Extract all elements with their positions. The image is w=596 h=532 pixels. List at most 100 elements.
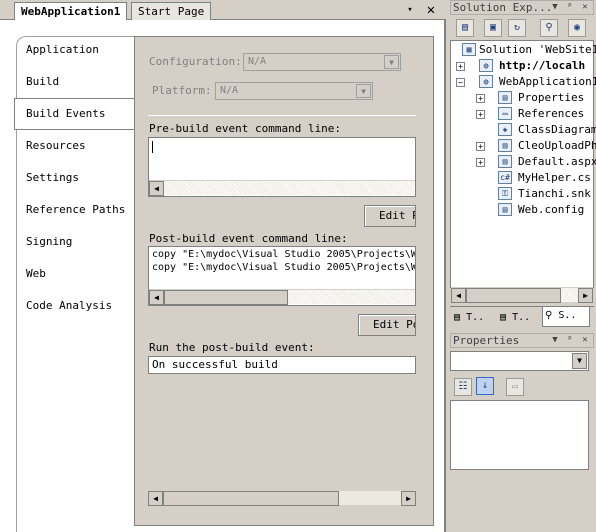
solution-icon: ▦ xyxy=(462,43,476,56)
chevron-down-icon[interactable]: ▼ xyxy=(549,334,561,347)
scroll-thumb[interactable] xyxy=(163,491,339,506)
aspx-page-icon: ▥ xyxy=(498,139,512,152)
tab-toolbox-2[interactable]: ▤ T.. xyxy=(498,309,540,327)
refresh-icon[interactable]: ↻ xyxy=(508,19,526,37)
show-all-files-icon[interactable]: ▣ xyxy=(484,19,502,37)
categorized-icon[interactable]: ☷ xyxy=(454,378,472,396)
edit-postbuild-button[interactable]: Edit Po xyxy=(358,314,416,336)
platform-label: Platform: xyxy=(152,84,212,97)
key-file-icon: ⚿ xyxy=(498,187,512,200)
tree-item[interactable]: CleoUploadPh xyxy=(518,138,596,154)
tree-item[interactable]: References xyxy=(518,106,584,122)
nav-item-build-events[interactable]: Build Events xyxy=(26,104,105,124)
expand-icon[interactable]: + xyxy=(456,62,465,71)
chevron-down-icon[interactable]: ▼ xyxy=(572,353,587,369)
nav-item-signing[interactable]: Signing xyxy=(26,232,72,252)
tree-solution[interactable]: Solution 'WebSite1 xyxy=(479,42,596,58)
collapse-icon[interactable]: − xyxy=(456,78,465,87)
scroll-right-icon[interactable]: ▶ xyxy=(578,288,593,303)
close-icon[interactable]: ✕ xyxy=(579,1,591,14)
asp-config-icon[interactable]: ◉ xyxy=(568,19,586,37)
tab-start-page[interactable]: Start Page xyxy=(131,2,212,20)
scroll-right-icon[interactable]: ▶ xyxy=(401,491,416,506)
platform-select[interactable]: N/A ▼ xyxy=(215,82,373,100)
expand-icon[interactable]: + xyxy=(476,142,485,151)
tree-item[interactable]: ClassDiagram xyxy=(518,122,596,138)
property-pages-icon[interactable]: ▭ xyxy=(506,378,524,396)
run-postbuild-select[interactable]: On successful build xyxy=(148,356,416,374)
solution-explorer-title: Solution Exp... xyxy=(453,1,553,14)
properties-folder-icon: ▤ xyxy=(498,91,512,104)
pin-icon[interactable]: ᵖ xyxy=(564,334,576,347)
scroll-left-icon[interactable]: ◀ xyxy=(148,491,163,506)
scroll-thumb[interactable] xyxy=(466,288,561,303)
expand-icon[interactable]: + xyxy=(476,158,485,167)
scroll-thumb[interactable] xyxy=(164,290,288,305)
configuration-select[interactable]: N/A ▼ xyxy=(243,53,401,71)
prebuild-command-textbox[interactable]: ◀ xyxy=(148,137,416,197)
solution-explorer-toolbar: ▤ ▣ ↻ ⚲ ◉ xyxy=(450,16,594,40)
solution-explorer-titlebar: Solution Exp... ▼ ᵖ ✕ xyxy=(450,0,594,15)
properties-grid[interactable] xyxy=(450,400,589,470)
solution-tree-hscroll[interactable]: ◀ ▶ xyxy=(451,287,593,303)
toolbox-icon: ▤ xyxy=(500,312,507,323)
chevron-down-icon[interactable]: ▼ xyxy=(549,1,561,14)
tree-item[interactable]: Web.config xyxy=(518,202,584,218)
project-icon: ◍ xyxy=(479,75,493,88)
expand-icon[interactable]: + xyxy=(476,94,485,103)
text-caret xyxy=(152,141,153,153)
tab-solution-explorer[interactable]: ⚲ S.. xyxy=(542,307,590,327)
postbuild-line: copy "E:\mydoc\Visual Studio 2005\Projec… xyxy=(152,262,416,273)
nav-item-web[interactable]: Web xyxy=(26,264,46,284)
pin-icon[interactable]: ᵖ xyxy=(564,1,576,14)
references-icon: ▭ xyxy=(498,107,512,120)
scroll-left-icon[interactable]: ◀ xyxy=(149,290,164,305)
aspx-page-icon: ▥ xyxy=(498,155,512,168)
tree-item[interactable]: MyHelper.cs xyxy=(518,170,591,186)
tree-project[interactable]: WebApplication1 xyxy=(499,74,596,90)
tab-label: T.. xyxy=(466,312,485,323)
prebuild-hscroll[interactable]: ◀ xyxy=(149,180,415,196)
tree-item[interactable]: Properties xyxy=(518,90,584,106)
configuration-value: N/A xyxy=(248,56,267,67)
page-hscroll[interactable]: ◀ ▶ xyxy=(148,490,416,506)
tab-label: T.. xyxy=(512,312,531,323)
platform-value: N/A xyxy=(220,85,239,96)
properties-object-select[interactable]: ▼ xyxy=(450,351,589,371)
nav-item-settings[interactable]: Settings xyxy=(26,168,79,188)
tab-webapplication1[interactable]: WebApplication1 xyxy=(14,2,128,21)
properties-icon[interactable]: ▤ xyxy=(456,19,474,37)
tab-toolbox[interactable]: ▤ T.. xyxy=(452,309,494,327)
postbuild-hscroll[interactable]: ◀ xyxy=(149,289,415,305)
tree-item[interactable]: Default.aspx xyxy=(518,154,596,170)
expand-icon[interactable]: + xyxy=(476,110,485,119)
class-diagram-icon: ◈ xyxy=(498,123,512,136)
chevron-down-icon[interactable]: ▼ xyxy=(384,55,399,69)
tree-website[interactable]: http://localh xyxy=(499,58,585,74)
nav-item-code-analysis[interactable]: Code Analysis xyxy=(26,296,112,316)
tree-item[interactable]: Tianchi.snk xyxy=(518,186,591,202)
alphabetical-icon[interactable]: ↓ xyxy=(476,377,494,395)
chevron-down-icon[interactable]: ▼ xyxy=(356,84,371,98)
website-icon: ◍ xyxy=(479,59,493,72)
close-icon[interactable]: ✕ xyxy=(579,334,591,347)
scroll-left-icon[interactable]: ◀ xyxy=(149,181,164,196)
scroll-left-icon[interactable]: ◀ xyxy=(451,288,466,303)
separator xyxy=(148,115,416,116)
copy-website-icon[interactable]: ⚲ xyxy=(540,19,558,37)
prebuild-label: Pre-build event command line: xyxy=(149,122,342,135)
nav-item-reference-paths[interactable]: Reference Paths xyxy=(26,200,125,220)
configuration-label: Configuration: xyxy=(149,55,242,68)
nav-item-resources[interactable]: Resources xyxy=(26,136,86,156)
tab-list-dropdown-icon[interactable]: ▾ xyxy=(403,2,417,18)
postbuild-line: copy "E:\mydoc\Visual Studio 2005\Projec… xyxy=(152,249,416,260)
nav-item-application[interactable]: Application xyxy=(26,40,99,60)
properties-title: Properties xyxy=(453,334,520,347)
postbuild-command-textbox[interactable]: copy "E:\mydoc\Visual Studio 2005\Projec… xyxy=(148,246,416,306)
close-document-icon[interactable]: ✕ xyxy=(423,1,439,19)
nav-item-build[interactable]: Build xyxy=(26,72,59,92)
postbuild-label: Post-build event command line: xyxy=(149,232,348,245)
edit-prebuild-button[interactable]: Edit P xyxy=(364,205,416,227)
properties-toolbar: ☷ ↓ ▭ xyxy=(450,374,589,400)
tab-label: S.. xyxy=(558,310,577,321)
